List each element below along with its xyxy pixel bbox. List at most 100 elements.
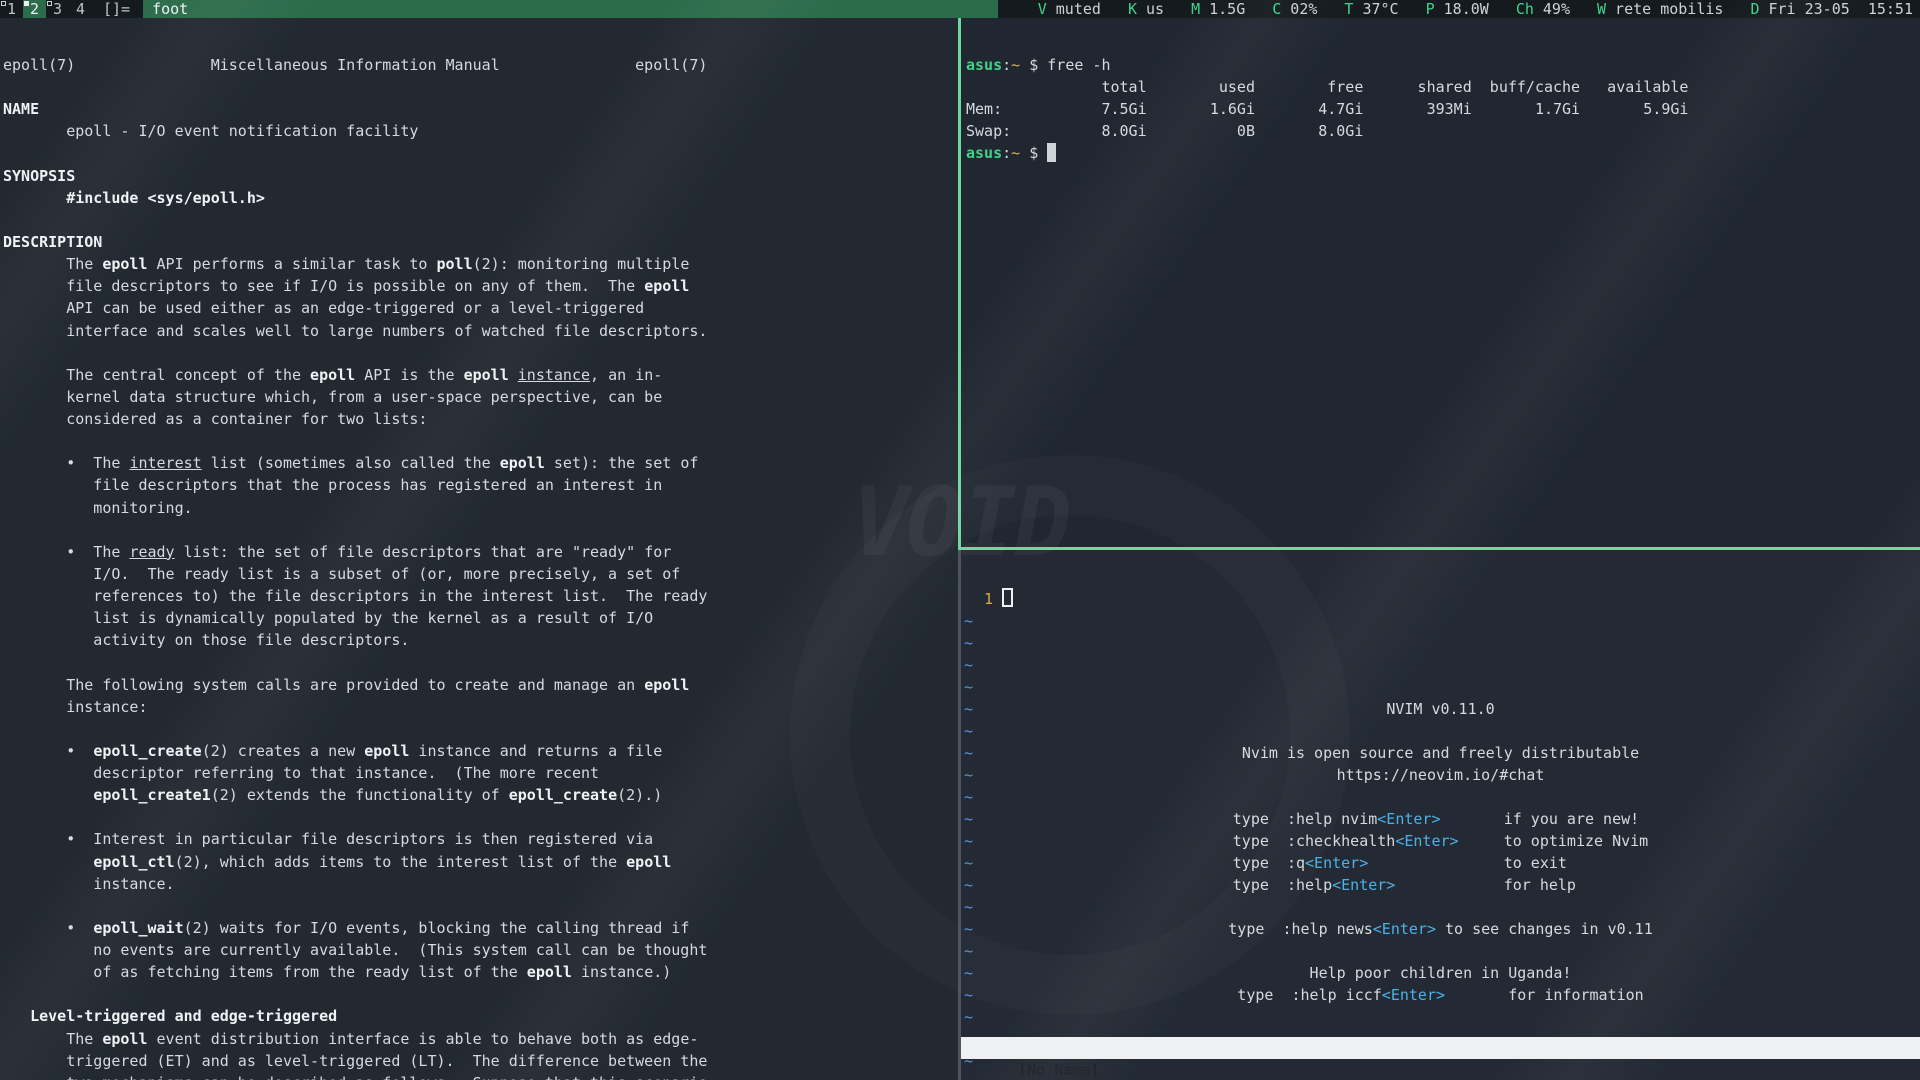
window-border-inactive-vertical: [958, 550, 961, 1080]
man-line: [3, 342, 958, 364]
man-line: [3, 895, 958, 917]
nvim-tilde: ~: [964, 984, 973, 1006]
nvim-intro-line: type :checkhealth<Enter> to optimize Nvi…: [1233, 830, 1648, 852]
nvim-intro-line: Nvim is open source and freely distribut…: [1242, 742, 1639, 764]
man-line: [3, 519, 958, 541]
status-bar: 1234 []= foot V mutedK usM 1.5GC 02%T 37…: [0, 0, 1920, 18]
status-item-k: K us: [1128, 0, 1164, 18]
man-line: Level-triggered and edge-triggered: [3, 1005, 958, 1027]
nvim-row: 1: [961, 588, 1920, 610]
nvim-statusline: [No Name] 0,0-1 All: [961, 1037, 1920, 1059]
man-line: NAME: [3, 98, 958, 120]
hollow-cursor: [1002, 588, 1013, 607]
nvim-row: ~: [961, 720, 1920, 742]
man-line: list is dynamically populated by the ker…: [3, 607, 958, 629]
nvim-row: ~NVIM v0.11.0: [961, 698, 1920, 720]
nvim-tilde: ~: [964, 874, 973, 896]
status-key: C: [1272, 0, 1281, 18]
nvim-tilde: ~: [964, 676, 973, 698]
man-line: epoll(7) Miscellaneous Information Manua…: [3, 54, 958, 76]
nvim-tilde: ~: [964, 610, 973, 632]
nvim-tilde: ~: [964, 896, 973, 918]
terminal-content: asus:~ $ free -h total used free shared …: [966, 54, 1920, 164]
terminal-line: asus:~ $ free -h: [966, 54, 1920, 76]
status-key: T: [1344, 0, 1353, 18]
man-line: The following system calls are provided …: [3, 674, 958, 696]
man-page-content: epoll(7) Miscellaneous Information Manua…: [3, 54, 958, 1080]
man-line: API can be used either as an edge-trigge…: [3, 297, 958, 319]
tag-indicator: [47, 1, 52, 6]
man-line: interface and scales well to large numbe…: [3, 320, 958, 342]
status-item-d: D Fri 23-05 15:51: [1750, 0, 1913, 18]
man-line: epoll_create1(2) extends the functionali…: [3, 784, 958, 806]
man-line: file descriptors to see if I/O is possib…: [3, 275, 958, 297]
status-key: P: [1426, 0, 1435, 18]
nvim-intro-line: Help poor children in Uganda!: [1310, 962, 1572, 984]
window-border-active-horizontal: [958, 547, 1920, 550]
nvim-tilde: ~: [964, 1006, 973, 1028]
tag-list: 1234: [0, 0, 92, 18]
nvim-row: ~type :help news<Enter> to see changes i…: [961, 918, 1920, 940]
man-pager-pane[interactable]: epoll(7) Miscellaneous Information Manua…: [0, 18, 958, 1080]
nvim-tilde: ~: [964, 786, 973, 808]
man-line: descriptor referring to that instance. (…: [3, 762, 958, 784]
man-line: [3, 143, 958, 165]
status-key: D: [1750, 0, 1759, 18]
man-line: triggered (ET) and as level-triggered (L…: [3, 1050, 958, 1072]
desktop: 1234 []= foot V mutedK usM 1.5GC 02%T 37…: [0, 0, 1920, 1080]
nvim-tilde: ~: [964, 808, 973, 830]
status-item-w: W rete mobilis: [1597, 0, 1723, 18]
nvim-tilde: ~: [964, 654, 973, 676]
tag-1[interactable]: 1: [0, 0, 23, 18]
nvim-tilde: ~: [964, 852, 973, 874]
terminal-pane[interactable]: asus:~ $ free -h total used free shared …: [961, 18, 1920, 547]
man-line: • Interest in particular file descriptor…: [3, 828, 958, 850]
nvim-tilde: ~: [964, 940, 973, 962]
nvim-intro-line: type :help iccf<Enter> for information: [1237, 984, 1643, 1006]
man-line: [3, 76, 958, 98]
nvim-row: ~type :checkhealth<Enter> to optimize Nv…: [961, 830, 1920, 852]
man-line: • epoll_wait(2) waits for I/O events, bl…: [3, 917, 958, 939]
terminal-line: asus:~ $: [966, 142, 1920, 164]
man-line: SYNOPSIS: [3, 165, 958, 187]
man-line: The epoll API performs a similar task to…: [3, 253, 958, 275]
man-line: instance.: [3, 873, 958, 895]
status-key: K: [1128, 0, 1137, 18]
nvim-row: ~: [961, 632, 1920, 654]
status-item-t: T 37°C: [1344, 0, 1398, 18]
nvim-intro-line: type :help<Enter> for help: [1233, 874, 1648, 896]
status-key: W: [1597, 0, 1606, 18]
nvim-tilde: ~: [964, 720, 973, 742]
man-line: [3, 430, 958, 452]
man-line: file descriptors that the process has re…: [3, 474, 958, 496]
layout-symbol[interactable]: []=: [92, 0, 143, 18]
man-line: [3, 983, 958, 1005]
terminal-line: total used free shared buff/cache availa…: [966, 76, 1920, 98]
nvim-row: ~: [961, 786, 1920, 808]
status-item-ch: Ch 49%: [1516, 0, 1570, 18]
status-item-m: M 1.5G: [1191, 0, 1245, 18]
nvim-tilde: ~: [964, 918, 973, 940]
nvim-line-number: 1: [961, 588, 1002, 610]
man-line: considered as a container for two lists:: [3, 408, 958, 430]
man-line: The central concept of the epoll API is …: [3, 364, 958, 386]
terminal-line: Mem: 7.5Gi 1.6Gi 4.7Gi 393Mi 1.7Gi 5.9Gi: [966, 98, 1920, 120]
tag-indicator: [24, 1, 29, 6]
tag-2[interactable]: 2: [23, 0, 46, 18]
nvim-pane[interactable]: 1 ~~~~~NVIM v0.11.0~~Nvim is open source…: [961, 550, 1920, 1080]
man-line: [3, 651, 958, 673]
tag-4[interactable]: 4: [69, 0, 92, 18]
nvim-row: ~: [961, 654, 1920, 676]
nvim-row: ~ type :help<Enter> for help: [961, 874, 1920, 896]
tag-indicator: [1, 1, 6, 6]
window-border-active-vertical: [958, 18, 961, 547]
nvim-intro-line: type :help nvim<Enter> if you are new!: [1233, 808, 1648, 830]
man-line: • The interest list (sometimes also call…: [3, 452, 958, 474]
man-line: epoll - I/O event notification facility: [3, 120, 958, 142]
tag-3[interactable]: 3: [46, 0, 69, 18]
block-cursor: [1047, 143, 1056, 162]
status-key: V: [1038, 0, 1047, 18]
man-line: references to) the file descriptors in t…: [3, 585, 958, 607]
man-line: epoll_ctl(2), which adds items to the in…: [3, 851, 958, 873]
status-item-c: C 02%: [1272, 0, 1317, 18]
